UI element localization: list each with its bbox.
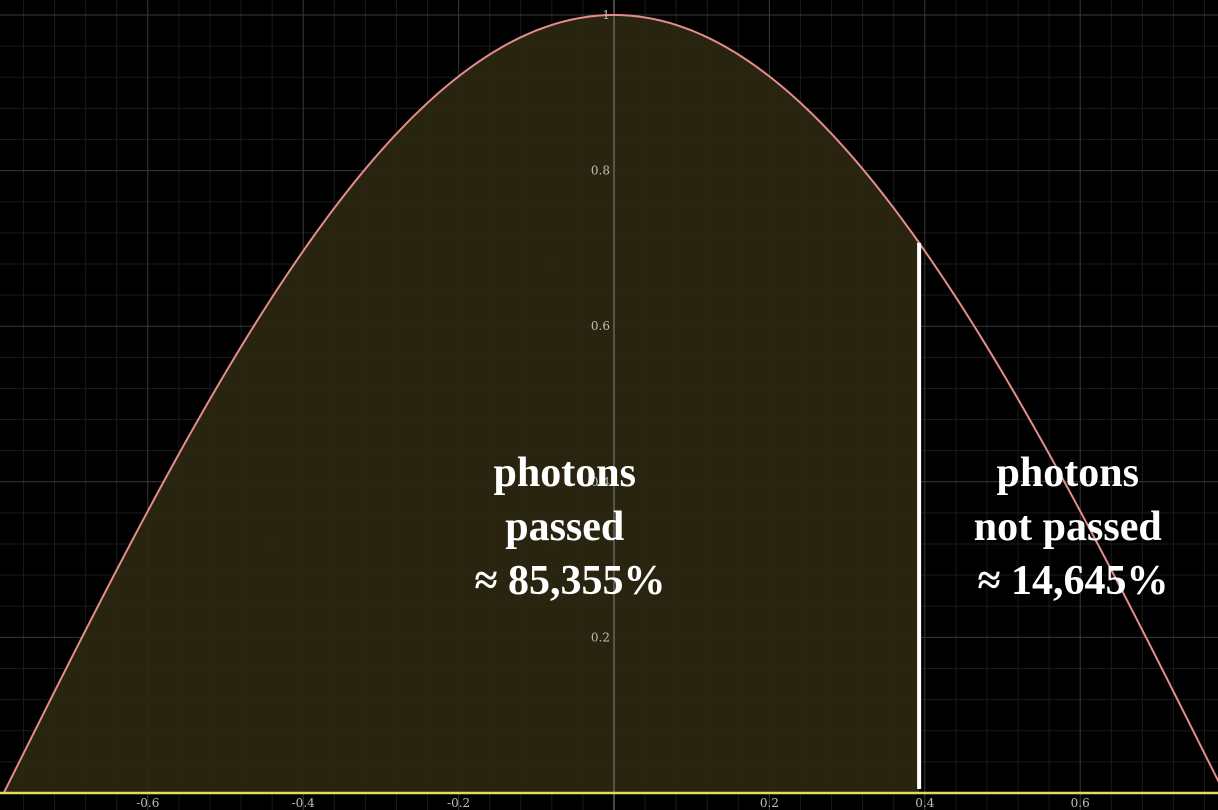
not-passed-label: photons not passed ≈ 14,645% xyxy=(974,450,1172,604)
x-tick-label: -0.6 xyxy=(136,796,159,810)
area-chart: -0.6 -0.4 -0.2 0.2 0.4 0.6 0.20.40.60.81 phot… xyxy=(0,0,1218,810)
x-tick-label: -0.4 xyxy=(292,796,316,810)
not-passed-label-line-1: photons xyxy=(997,450,1139,496)
y-tick-label: 0.2 xyxy=(591,630,610,644)
not-passed-label-line-3: ≈ 14,645% xyxy=(977,558,1168,604)
y-tick-label: 1 xyxy=(602,8,610,22)
passed-label-line-3: ≈ 85,355% xyxy=(474,558,665,604)
x-tick-label: 0.6 xyxy=(1071,796,1090,810)
x-tick-label: 0.4 xyxy=(915,796,934,810)
not-passed-label-line-2: not passed xyxy=(974,504,1162,550)
x-tick-label: 0.2 xyxy=(760,796,779,810)
y-tick-label: 0.6 xyxy=(591,319,610,333)
passed-label-line-2: passed xyxy=(505,504,624,550)
x-tick-label: -0.2 xyxy=(447,796,470,810)
passed-label-line-1: photons xyxy=(494,450,636,496)
y-tick-label: 0.8 xyxy=(591,164,610,178)
